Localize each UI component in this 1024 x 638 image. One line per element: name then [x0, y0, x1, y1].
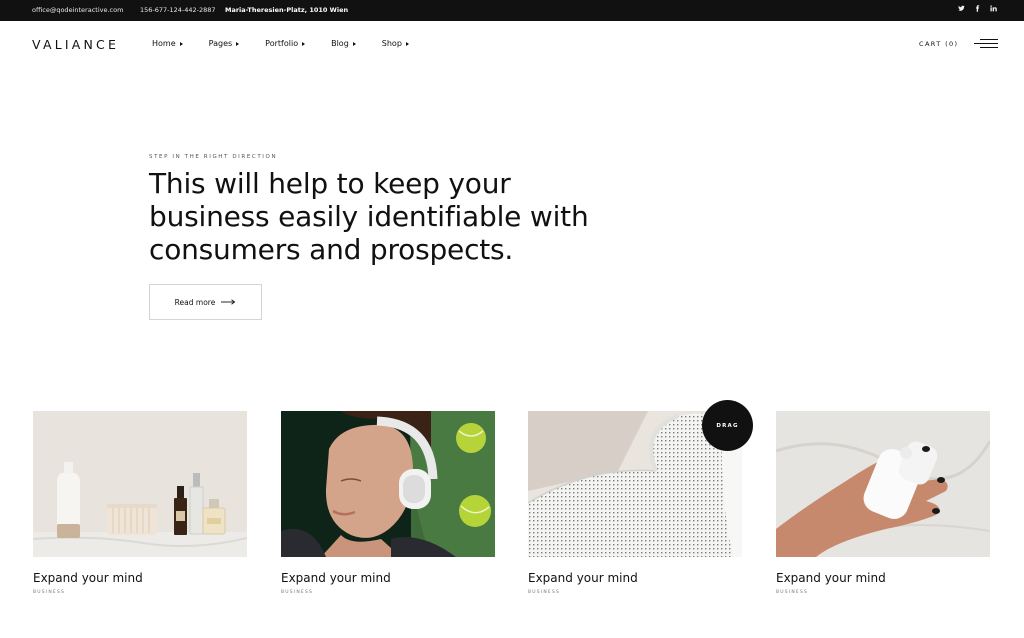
hero-headline: This will help to keep your business eas… — [149, 167, 589, 266]
social-links — [958, 5, 997, 12]
portfolio-card[interactable]: Expand your mind BUSINESS — [33, 411, 247, 595]
nav-label: Blog — [331, 39, 349, 48]
portfolio-card[interactable]: Expand your mind BUSINESS — [281, 411, 495, 595]
nav-label: Pages — [208, 39, 233, 48]
twitter-icon[interactable] — [958, 5, 965, 12]
card-title[interactable]: Expand your mind — [776, 571, 990, 585]
contact-phone[interactable]: 156-677-124-442-2887 — [140, 6, 216, 15]
portfolio-card[interactable]: Expand your mind BUSINESS — [776, 411, 990, 595]
caret-right-icon — [302, 41, 306, 46]
nav-item-home[interactable]: Home — [152, 39, 183, 48]
nav-item-shop[interactable]: Shop — [382, 39, 409, 48]
read-more-button[interactable]: Read more — [149, 284, 262, 320]
nav-item-blog[interactable]: Blog — [331, 39, 356, 48]
cosmetics-bottles-photo[interactable] — [33, 411, 247, 557]
caret-right-icon — [405, 41, 409, 46]
nav-label: Shop — [381, 39, 402, 48]
top-bar: office@qodeinteractive.com 156-677-124-4… — [0, 0, 1024, 21]
woman-headphones-photo[interactable] — [281, 411, 495, 557]
main-nav: Home Pages Portfolio Blog Shop — [152, 39, 409, 48]
hero-tagline: STEP IN THE RIGHT DIRECTION — [149, 154, 278, 160]
card-category[interactable]: BUSINESS — [281, 590, 495, 595]
hamburger-menu-icon[interactable] — [974, 38, 998, 50]
card-category[interactable]: BUSINESS — [33, 590, 247, 595]
nav-item-pages[interactable]: Pages — [209, 39, 240, 48]
nav-item-portfolio[interactable]: Portfolio — [265, 39, 306, 48]
card-title[interactable]: Expand your mind — [528, 571, 742, 585]
site-header: VALIANCE Home Pages Portfolio Blog Shop … — [0, 21, 1024, 67]
caret-right-icon — [236, 41, 240, 46]
read-more-label: Read more — [174, 297, 216, 307]
earbuds-case-photo[interactable] — [776, 411, 990, 557]
nav-label: Home — [152, 39, 176, 48]
card-category[interactable]: BUSINESS — [776, 590, 990, 595]
caret-right-icon — [352, 41, 356, 46]
site-logo[interactable]: VALIANCE — [32, 37, 119, 52]
card-title[interactable]: Expand your mind — [33, 571, 247, 585]
arrow-right-icon — [221, 299, 236, 305]
cart-link[interactable]: CART (0) — [919, 40, 958, 48]
nav-label: Portfolio — [265, 39, 299, 48]
facebook-icon[interactable] — [974, 5, 981, 12]
linkedin-icon[interactable] — [990, 5, 997, 12]
drag-cursor-badge[interactable]: DRAG — [702, 400, 753, 451]
contact-email[interactable]: office@qodeinteractive.com — [32, 6, 123, 15]
caret-right-icon — [179, 41, 183, 46]
card-category[interactable]: BUSINESS — [528, 590, 742, 595]
card-title[interactable]: Expand your mind — [281, 571, 495, 585]
contact-address: Maria-Theresien-Platz, 1010 Wien — [225, 6, 349, 14]
